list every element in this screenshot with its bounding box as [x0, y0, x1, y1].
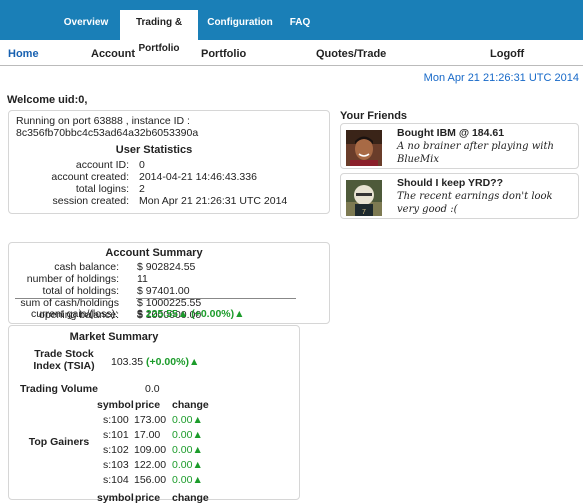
gainer-change-cell: 0.00▲ — [172, 429, 203, 441]
nav-account-link[interactable]: Account — [91, 48, 135, 60]
summary-label: number of holdings: — [26, 273, 119, 285]
column-header-price: price — [135, 399, 161, 411]
up-arrow-icon: ▲ — [188, 356, 200, 368]
stat-label: total logins: — [75, 183, 129, 195]
current-date: Mon Apr 21 21:26:31 UTC 2014 — [423, 72, 579, 84]
gainer-price: 156.00 — [134, 474, 167, 486]
market-summary-panel: Market Summary Trade Stock Index (TSIA) … — [8, 325, 300, 504]
gain-prefix: $ — [137, 308, 143, 320]
friend-post-title: Should I keep YRD?? — [397, 177, 503, 189]
gainer-symbol[interactable]: s:101 — [103, 429, 129, 441]
stat-value: 2 — [139, 183, 145, 195]
gain-percent: (+0.00%) — [191, 308, 235, 320]
friends-title: Your Friends — [340, 110, 408, 122]
tsia-value: 103.35 — [111, 356, 144, 368]
trading-volume-label: Trading Volume — [20, 383, 98, 395]
up-arrow-icon: ▲ — [177, 308, 189, 320]
nav-quotes-trade-link[interactable]: Quotes/Trade — [316, 48, 386, 60]
column-header-change: change — [172, 492, 209, 504]
avatar — [346, 130, 382, 166]
summary-value: $ 902824.55 — [137, 261, 196, 273]
instance-id: 8c356fb70bbc4c53ad64a32b6053390a — [16, 127, 199, 139]
nav-logoff-link[interactable]: Logoff — [490, 48, 524, 60]
gainer-change: 0.00 — [172, 429, 193, 441]
gainer-change: 0.00 — [172, 474, 193, 486]
gainer-change: 0.00 — [172, 459, 193, 471]
column-header-change: change — [172, 399, 209, 411]
server-info-line: Running on port 63888 , instance ID : — [16, 115, 190, 127]
friend-post-card[interactable]: 7 Should I keep YRD?? The recent earning… — [340, 173, 579, 219]
friend-post-body: The recent earnings don't look very good… — [397, 191, 553, 215]
current-gain-label: current gain/(loss): — [31, 308, 118, 320]
up-arrow-icon: ▲ — [192, 459, 203, 471]
summary-value: $ 97401.00 — [137, 285, 190, 297]
account-summary-title: Account Summary — [105, 247, 203, 259]
top-navigation-bar: Overview Trading & Portfolio Configurati… — [0, 0, 583, 54]
summary-value: 11 — [137, 273, 148, 285]
stat-value: 2014-04-21 14:46:43.336 — [139, 171, 257, 183]
sub-navigation: Home Account Portfolio Quotes/Trade Logo… — [0, 44, 583, 66]
nav-portfolio-link[interactable]: Portfolio — [201, 48, 246, 60]
top-gainers-label: Top Gainers — [28, 436, 90, 448]
gainer-symbol[interactable]: s:102 — [103, 444, 129, 456]
gainer-change-cell: 0.00▲ — [172, 444, 203, 456]
stat-label: account ID: — [75, 159, 129, 171]
gainer-change-cell: 0.00▲ — [172, 474, 203, 486]
column-header-symbol: symbol — [97, 399, 134, 411]
gainer-symbol[interactable]: s:104 — [103, 474, 129, 486]
gainer-change: 0.00 — [172, 444, 193, 456]
stat-label: session created: — [52, 195, 129, 207]
summary-label: total of holdings: — [42, 285, 119, 297]
stat-label: account created: — [51, 171, 129, 183]
welcome-message: Welcome uid:0, — [7, 94, 88, 106]
tsia-label: Trade Stock Index (TSIA) — [33, 348, 95, 372]
svg-text:7: 7 — [362, 209, 366, 216]
user-statistics-title: User Statistics — [115, 144, 193, 156]
gainer-change-cell: 0.00▲ — [172, 459, 203, 471]
divider — [15, 298, 111, 299]
divider — [136, 298, 296, 299]
trading-volume-value: 0.0 — [145, 383, 160, 395]
column-header-symbol: symbol — [97, 492, 134, 504]
up-arrow-icon: ▲ — [192, 444, 203, 456]
tsia-value-row: 103.35 (+0.00%)▲ — [111, 356, 199, 368]
column-header-price: price — [135, 492, 161, 504]
up-arrow-icon: ▲ — [192, 429, 203, 441]
tab-configuration[interactable]: Configuration — [200, 11, 280, 40]
up-arrow-icon: ▲ — [192, 414, 203, 426]
user-statistics-panel: Running on port 63888 , instance ID : 8c… — [8, 110, 330, 214]
gainer-price: 17.00 — [134, 429, 161, 441]
avatar: 7 — [346, 180, 382, 216]
gain-amount: 225.55 — [145, 308, 178, 320]
friend-post-title: Bought IBM @ 184.61 — [397, 127, 505, 139]
tab-overview[interactable]: Overview — [56, 11, 116, 40]
gainer-symbol[interactable]: s:103 — [103, 459, 129, 471]
tsia-change: (+0.00%) — [146, 356, 189, 368]
friend-post-body: A no brainer after playing with BlueMix — [397, 141, 554, 165]
gainer-price: 109.00 — [134, 444, 167, 456]
stat-value: Mon Apr 21 21:26:31 UTC 2014 — [139, 195, 288, 207]
up-arrow-icon: ▲ — [192, 474, 203, 486]
tab-trading-portfolio[interactable]: Trading & Portfolio — [120, 10, 198, 54]
market-summary-title: Market Summary — [69, 331, 159, 343]
gainer-price: 122.00 — [134, 459, 167, 471]
friend-post-card[interactable]: Bought IBM @ 184.61 A no brainer after p… — [340, 123, 579, 169]
gainer-change: 0.00 — [172, 414, 193, 426]
stat-value: 0 — [139, 159, 145, 171]
gainer-change-cell: 0.00▲ — [172, 414, 203, 426]
summary-label: cash balance: — [54, 261, 119, 273]
gainer-symbol[interactable]: s:100 — [103, 414, 129, 426]
tab-faq[interactable]: FAQ — [282, 11, 318, 40]
gainer-price: 173.00 — [134, 414, 167, 426]
nav-home-link[interactable]: Home — [8, 48, 39, 60]
up-arrow-icon: ▲ — [234, 308, 245, 320]
current-gain-value: $ 225.55▲ (+0.00%)▲ — [137, 308, 245, 320]
